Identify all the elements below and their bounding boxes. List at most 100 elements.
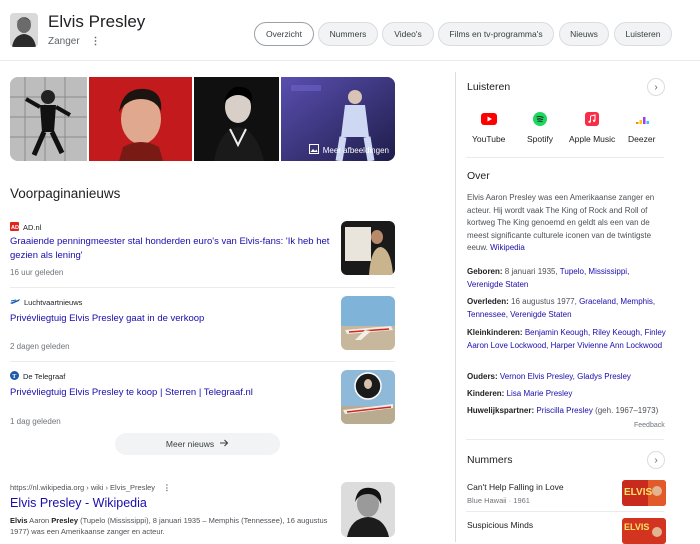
fact-link[interactable]: Priscilla Presley (536, 406, 592, 415)
songs-heading: Nummers (467, 454, 513, 466)
image-thumbnail[interactable] (10, 77, 87, 161)
service-label: YouTube (472, 134, 506, 144)
fact-label: Kleinkinderen: (467, 328, 523, 337)
result-url[interactable]: https://nl.wikipedia.org › wiki › Elvis_… (10, 483, 155, 492)
service-spotify[interactable]: Spotify (527, 110, 553, 144)
result-thumbnail[interactable] (341, 482, 395, 537)
more-news-button[interactable]: Meer nieuws (115, 433, 280, 455)
chevron-right-icon[interactable]: › (647, 451, 665, 469)
svg-text:ELVIS: ELVIS (624, 522, 649, 532)
song-title[interactable]: Can't Help Falling in Love (467, 482, 564, 492)
fact-label: Huwelijkspartner: (467, 406, 535, 415)
entity-subtitle: Zanger ⋮ (48, 36, 100, 47)
about-description: Elvis Aaron Presley was een Amerikaanse … (467, 192, 667, 255)
image-thumbnail[interactable] (194, 77, 279, 161)
service-deezer[interactable]: Deezer (628, 110, 655, 144)
panel-divider (455, 72, 456, 542)
wikipedia-link[interactable]: Wikipedia (490, 243, 525, 252)
fact-link[interactable]: Lisa Marie Presley (507, 389, 573, 398)
fact-label: Ouders: (467, 372, 498, 381)
feedback-link[interactable]: Feedback (634, 422, 665, 429)
result-more-icon[interactable]: ⋮ (163, 483, 171, 492)
news-title[interactable]: Privévliegtuig Elvis Presley gaat in de … (10, 312, 332, 326)
svg-text:AD: AD (11, 225, 19, 231)
image-thumbnail[interactable] (88, 77, 193, 161)
chevron-right-icon[interactable]: › (647, 78, 665, 96)
more-options-icon[interactable]: ⋮ (90, 36, 100, 47)
entity-avatar[interactable] (10, 13, 38, 47)
tab-nummers[interactable]: Nummers (318, 22, 378, 46)
section-divider (466, 439, 664, 440)
top-stories-heading: Voorpaginanieuws (10, 186, 121, 201)
svg-text:T: T (12, 374, 16, 380)
spotify-icon (531, 110, 549, 128)
svg-text:ELVIS: ELVIS (624, 487, 652, 498)
news-source-name: AD.nl (23, 223, 42, 232)
news-source-name: De Telegraaf (23, 372, 66, 381)
fact-label: Geboren: (467, 267, 503, 276)
news-title[interactable]: Graaiende penningmeester stal honderden … (10, 235, 332, 263)
news-thumbnail[interactable] (341, 221, 395, 275)
news-divider (10, 287, 395, 288)
telegraaf-logo-icon: T (10, 371, 19, 382)
snippet-bold: Presley (51, 516, 78, 525)
result-breadcrumb: https://nl.wikipedia.org › wiki › Elvis_… (10, 483, 171, 492)
snippet-bold: Elvis (10, 516, 28, 525)
result-snippet: Elvis Aaron Presley (Tupelo (Mississippi… (10, 515, 332, 537)
ad-logo-icon: AD (10, 222, 19, 233)
header-divider (0, 60, 700, 61)
tab-luisteren[interactable]: Luisteren (614, 22, 672, 46)
fact-parents: Ouders: Vernon Elvis Presley, Gladys Pre… (467, 371, 667, 384)
song-cover[interactable]: ELVIS (622, 480, 666, 506)
image-icon (308, 144, 319, 156)
song-title[interactable]: Suspicious Minds (467, 520, 533, 530)
arrow-right-icon (220, 439, 229, 449)
fact-text: 16 augustus 1977, (508, 297, 580, 306)
more-images-link[interactable]: Meer afbeeldingen (308, 144, 389, 156)
apple-music-icon (583, 110, 601, 128)
fact-born: Geboren: 8 januari 1935, Tupelo, Mississ… (467, 266, 667, 291)
service-youtube[interactable]: YouTube (472, 110, 505, 144)
news-thumbnail[interactable] (341, 370, 395, 424)
news-source: AD AD.nl (10, 222, 41, 233)
entity-type: Zanger (48, 36, 80, 47)
service-label: Deezer (628, 134, 656, 144)
service-label: Spotify (527, 134, 553, 144)
more-images-label: Meer afbeeldingen (322, 145, 389, 155)
image-thumbnail[interactable]: Meer afbeeldingen (280, 77, 395, 161)
fact-children: Kinderen: Lisa Marie Presley (467, 388, 667, 401)
tab-films[interactable]: Films en tv-programma's (438, 22, 554, 46)
fact-grandchildren: Kleinkinderen: Benjamin Keough, Riley Ke… (467, 327, 667, 352)
news-time: 16 uur geleden (10, 268, 64, 277)
song-cover[interactable]: ELVIS (622, 518, 666, 544)
fact-link[interactable]: Vernon Elvis Presley, Gladys Presley (500, 372, 631, 381)
youtube-icon (480, 110, 498, 128)
fact-died: Overleden: 16 augustus 1977, Graceland, … (467, 296, 667, 321)
deezer-icon (633, 110, 651, 128)
service-apple-music[interactable]: Apple Music (569, 110, 615, 144)
news-source-name: Luchtvaartnieuws (24, 298, 83, 307)
fact-spouse: Huwelijkspartner: Priscilla Presley (geh… (467, 405, 672, 418)
news-source: T De Telegraaf (10, 371, 65, 382)
tab-videos[interactable]: Video's (382, 22, 434, 46)
news-time: 2 dagen geleden (10, 342, 70, 351)
tab-overzicht[interactable]: Overzicht (254, 22, 314, 46)
listen-heading: Luisteren (467, 81, 511, 93)
news-thumbnail[interactable] (341, 296, 395, 350)
airplane-icon (10, 297, 20, 308)
fact-label: Kinderen: (467, 389, 505, 398)
fact-label: Overleden: (467, 297, 509, 306)
fact-text: (geh. 1967–1973) (592, 406, 659, 415)
fact-text: 8 januari 1935, (502, 267, 560, 276)
news-source: Luchtvaartnieuws (10, 297, 82, 308)
news-divider (10, 361, 395, 362)
service-label: Apple Music (569, 134, 616, 144)
tab-nieuws[interactable]: Nieuws (559, 22, 609, 46)
about-heading: Over (467, 170, 490, 182)
news-title[interactable]: Privévliegtuig Elvis Presley te koop | S… (10, 386, 332, 400)
entity-title: Elvis Presley (48, 12, 146, 31)
section-divider (466, 157, 664, 158)
news-time: 1 dag geleden (10, 417, 61, 426)
song-meta: Blue Hawaii · 1961 (467, 496, 530, 505)
result-title[interactable]: Elvis Presley - Wikipedia (10, 496, 147, 510)
